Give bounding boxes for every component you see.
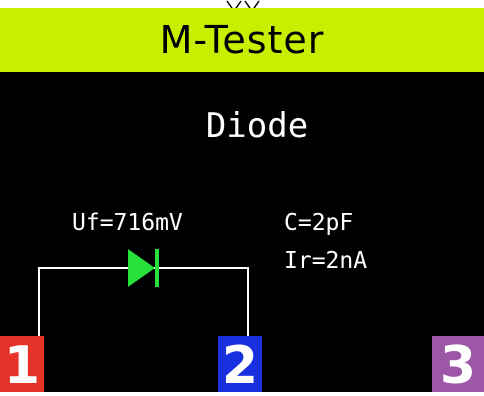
pin-1-badge: 1 xyxy=(0,336,44,392)
tester-screen: M-Tester Diode Uf=716mV C=2pF Ir=2nA 1 2… xyxy=(0,0,484,392)
pin-2-badge: 2 xyxy=(218,336,262,392)
diode-symbol-icon xyxy=(128,249,159,287)
diode-circuit-diagram xyxy=(38,249,249,336)
pin-3-badge: 3 xyxy=(432,336,484,392)
circuit-wire xyxy=(38,267,249,336)
